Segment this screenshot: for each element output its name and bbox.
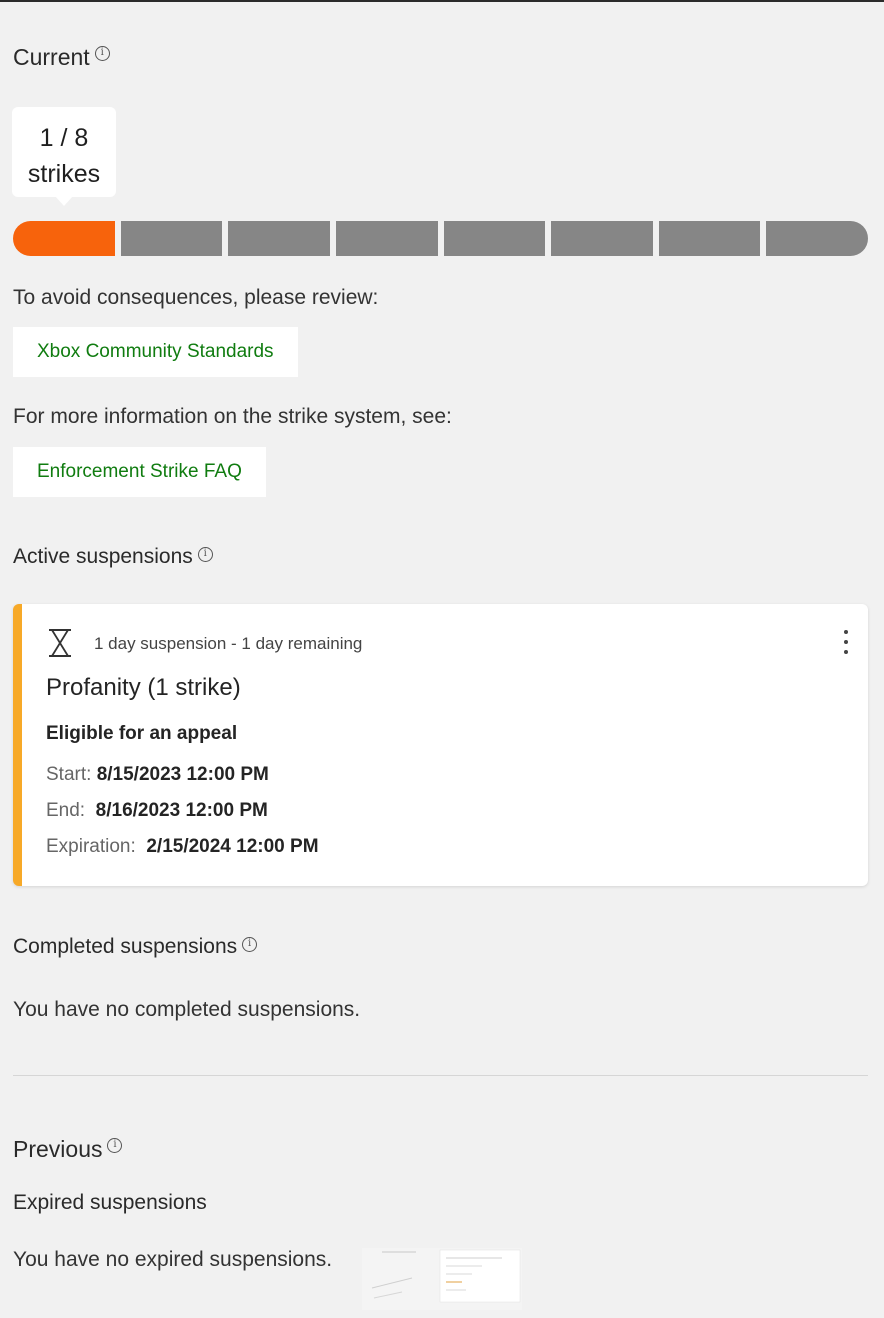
start-row: Start: 8/15/2023 12:00 PM	[46, 764, 269, 786]
current-heading-label: Current	[13, 44, 90, 70]
suspension-duration: 1 day suspension - 1 day remaining	[94, 634, 363, 653]
strike-count-unit: strikes	[27, 160, 101, 188]
previous-heading-label: Previous	[13, 1136, 103, 1162]
expired-suspensions-heading: Expired suspensions	[13, 1191, 207, 1214]
strike-segment-filled	[13, 221, 115, 256]
suspension-card: 1 day suspension - 1 day remaining Profa…	[13, 604, 868, 886]
hourglass-icon	[49, 629, 71, 657]
section-divider	[13, 1075, 868, 1076]
active-suspensions-label: Active suspensions	[13, 545, 193, 568]
strike-segment-empty	[658, 221, 761, 256]
info-icon[interactable]: i	[94, 46, 110, 61]
current-heading: Current i	[13, 44, 110, 71]
strike-segment-empty	[335, 221, 438, 256]
expiration-row: Expiration: 2/15/2024 12:00 PM	[46, 836, 319, 858]
start-value: 8/15/2023 12:00 PM	[96, 764, 269, 785]
end-value: 8/16/2023 12:00 PM	[95, 800, 268, 821]
info-icon[interactable]: i	[197, 547, 213, 562]
completed-suspensions-label: Completed suspensions	[13, 935, 238, 958]
expired-empty-message: You have no expired suspensions.	[13, 1248, 333, 1271]
expiration-value: 2/15/2024 12:00 PM	[146, 836, 319, 857]
start-label: Start:	[46, 764, 92, 785]
completed-empty-message: You have no completed suspensions.	[13, 998, 361, 1021]
end-row: End: 8/16/2023 12:00 PM	[46, 800, 268, 822]
strike-segment-empty	[766, 221, 868, 256]
page-thumbnail-overlay	[362, 1248, 522, 1310]
strike-segment-empty	[120, 221, 223, 256]
end-label: End:	[46, 800, 86, 821]
faq-prompt: For more information on the strike syste…	[13, 405, 452, 428]
top-border	[0, 0, 884, 2]
completed-suspensions-heading: Completed suspensions i	[13, 935, 258, 959]
strike-segment-empty	[228, 221, 330, 256]
strike-faq-link[interactable]: Enforcement Strike FAQ	[13, 447, 266, 497]
suspension-title: Profanity (1 strike)	[46, 674, 241, 701]
strike-count-tooltip: 1 / 8 strikes	[12, 107, 116, 197]
strike-count: 1 / 8	[39, 124, 89, 152]
info-icon[interactable]: i	[242, 937, 258, 952]
more-options-icon[interactable]	[838, 626, 854, 658]
community-standards-link[interactable]: Xbox Community Standards	[13, 327, 298, 377]
review-prompt: To avoid consequences, please review:	[13, 286, 379, 309]
info-icon[interactable]: i	[107, 1138, 123, 1153]
strike-segment-empty	[551, 221, 653, 256]
appeal-status: Eligible for an appeal	[46, 723, 238, 744]
tooltip-pointer	[55, 196, 73, 206]
expiration-label: Expiration:	[46, 836, 136, 857]
strike-segment-empty	[443, 221, 546, 256]
active-suspensions-heading: Active suspensions i	[13, 545, 213, 569]
strike-progress-bar	[13, 221, 868, 256]
previous-heading: Previous i	[13, 1136, 123, 1163]
